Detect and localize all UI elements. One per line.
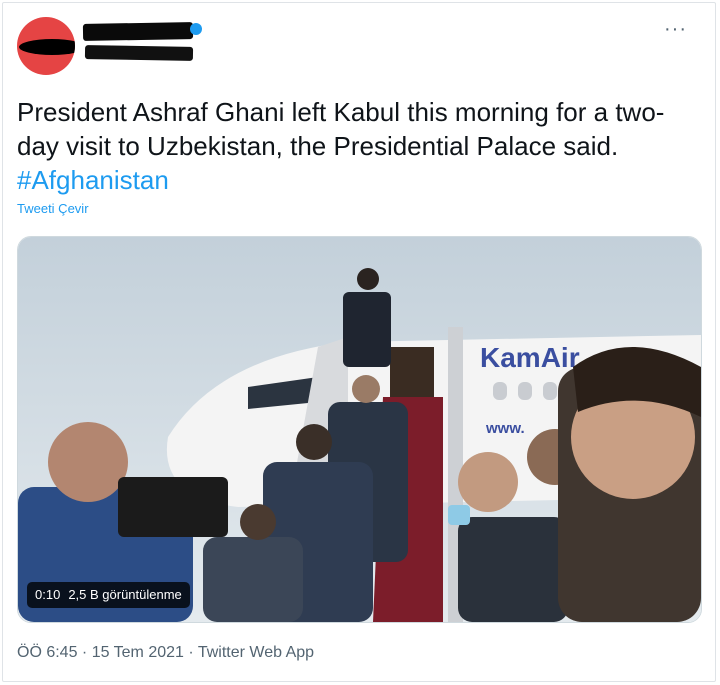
redaction-scribble <box>19 39 75 55</box>
avatar[interactable] <box>17 17 75 75</box>
redacted-display-name[interactable] <box>82 22 194 41</box>
video-player[interactable]: KamAir www. <box>17 236 702 623</box>
tweet-text: President Ashraf Ghani left Kabul this m… <box>17 95 697 197</box>
redacted-username[interactable] <box>84 45 194 61</box>
separator: · <box>77 644 92 661</box>
man-at-top <box>343 292 391 367</box>
plane-livery-text: KamAir <box>480 342 580 373</box>
tweet-date[interactable]: 15 Tem 2021 <box>92 644 184 661</box>
hashtag-link[interactable]: #Afghanistan <box>17 165 169 195</box>
man-with-mask <box>458 517 568 622</box>
verified-badge-icon <box>190 23 202 35</box>
video-info-badge: 0:10 2,5 B görüntülenme <box>27 582 190 608</box>
plane-windows <box>493 382 557 400</box>
tweet-metadata: ÖÖ 6:45 · 15 Tem 2021 · Twitter Web App <box>17 644 314 662</box>
video-frame: KamAir www. <box>18 237 701 622</box>
separator: · <box>183 644 198 661</box>
video-camera <box>118 477 228 537</box>
official-figure-front <box>203 537 303 622</box>
more-options-icon[interactable]: ··· <box>664 19 687 39</box>
tweet-body: President Ashraf Ghani left Kabul this m… <box>17 97 665 161</box>
tweet-card: ··· President Ashraf Ghani left Kabul th… <box>2 2 716 682</box>
plane-url-text: www. <box>485 420 525 437</box>
tweet-time[interactable]: ÖÖ 6:45 <box>17 644 77 661</box>
video-duration: 0:10 <box>35 587 61 602</box>
tweet-source[interactable]: Twitter Web App <box>198 644 314 661</box>
translate-tweet-link[interactable]: Tweeti Çevir <box>17 201 89 216</box>
video-views: 2,5 B görüntülenme <box>68 587 182 602</box>
